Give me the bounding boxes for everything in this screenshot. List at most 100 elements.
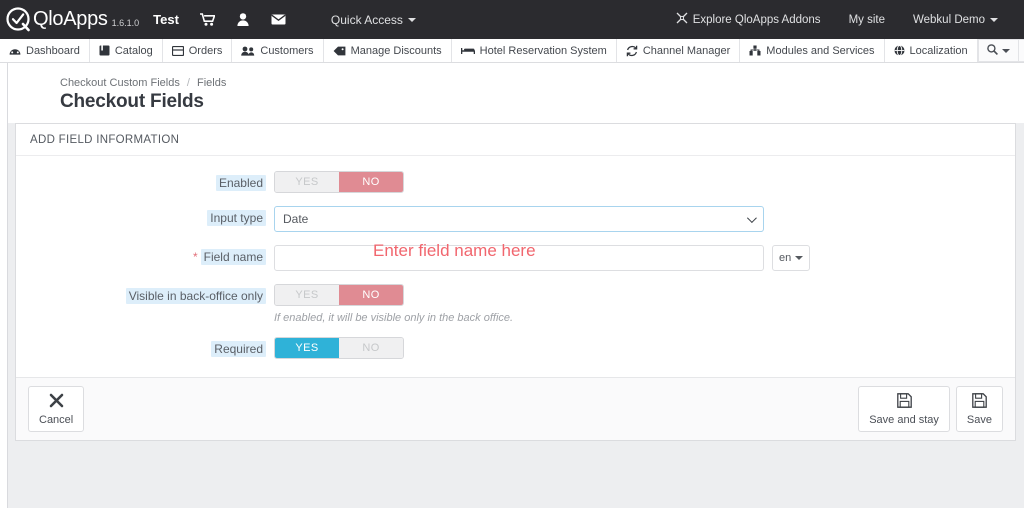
menu-item-channel-manager[interactable]: Channel Manager <box>617 39 741 62</box>
cancel-label: Cancel <box>39 414 74 426</box>
required-toggle[interactable]: YES NO <box>274 337 404 359</box>
menu-item-manage-discounts[interactable]: Manage Discounts <box>324 39 452 62</box>
menu-label: Modules and Services <box>766 44 875 57</box>
form-row-required: Required YES NO <box>16 336 1015 359</box>
visible-back-office-toggle[interactable]: YES NO <box>274 284 404 306</box>
discounts-icon <box>333 46 346 56</box>
account-menu[interactable]: Webkul Demo <box>899 14 1012 26</box>
brand-name: QloApps <box>33 8 108 30</box>
qloapps-logo-icon <box>6 6 32 33</box>
field-visible-back-office: YES NO If enabled, it will be visible on… <box>274 283 1015 324</box>
dashboard-icon <box>9 46 21 56</box>
language-selector[interactable]: en <box>772 245 811 271</box>
explore-addons-label: Explore QloApps Addons <box>692 13 821 26</box>
quick-access-menu[interactable]: Quick Access <box>331 13 416 27</box>
main-menu-bar: Dashboard Catalog Orders Customers Manag… <box>0 39 1024 63</box>
language-code: en <box>779 252 792 264</box>
menu-label: Localization <box>909 44 968 57</box>
chevron-down-icon <box>795 256 804 260</box>
save-icon <box>896 393 912 411</box>
save-icon <box>972 393 987 411</box>
input-type-selected-value: Date <box>283 212 309 226</box>
menu-item-catalog[interactable]: Catalog <box>90 39 163 62</box>
label-text: Enabled <box>215 175 266 191</box>
menu-label: Orders <box>188 44 223 57</box>
visible-back-office-help: If enabled, it will be visible only in t… <box>274 312 514 324</box>
chevron-down-icon <box>746 212 757 223</box>
enabled-toggle-yes[interactable]: YES <box>275 172 339 192</box>
save-label: Save <box>966 414 992 426</box>
top-bar: QloApps 1.6.1.0 Test Quick Access Explor… <box>0 0 1024 39</box>
topbar-icon-group <box>189 13 297 26</box>
menu-label: Manage Discounts <box>350 44 442 57</box>
form-row-field-name: * Field name Enter field name here en <box>16 241 1015 271</box>
chevron-down-icon <box>1001 48 1010 53</box>
form-row-enabled: Enabled YES NO <box>16 170 1015 193</box>
menu-item-hotel-reservation-system[interactable]: Hotel Reservation System <box>452 39 617 62</box>
visible-back-office-toggle-no[interactable]: NO <box>339 285 403 305</box>
global-search <box>977 39 1024 62</box>
menu-item-orders[interactable]: Orders <box>163 39 233 62</box>
save-and-stay-button[interactable]: Save and stay <box>858 386 950 432</box>
required-marker: * <box>192 250 198 264</box>
user-icon[interactable] <box>226 13 260 26</box>
panel-wrapper: ADD FIELD INFORMATION Enabled YES NO Inp… <box>8 123 1024 508</box>
required-toggle-no[interactable]: NO <box>339 338 403 358</box>
header-area: Checkout Custom Fields / Fields Checkout… <box>8 63 1024 123</box>
field-required: YES NO <box>274 336 1015 359</box>
save-and-stay-label: Save and stay <box>869 414 939 426</box>
menu-item-modules-and-services[interactable]: Modules and Services <box>740 39 885 62</box>
search-scope-button[interactable] <box>977 39 1018 62</box>
cart-icon[interactable] <box>189 13 226 26</box>
cancel-button[interactable]: Cancel <box>28 386 85 432</box>
label-visible-back-office: Visible in back-office only <box>16 283 274 304</box>
search-icon <box>986 43 998 58</box>
chevron-down-icon <box>407 17 416 22</box>
form-row-visible-back-office: Visible in back-office only YES NO If en… <box>16 283 1015 324</box>
save-button[interactable]: Save <box>955 386 1003 432</box>
addons-icon <box>676 12 688 27</box>
field-enabled: YES NO <box>274 170 1015 193</box>
chevron-down-icon <box>990 17 998 22</box>
collapsed-sidebar[interactable] <box>0 63 8 508</box>
enabled-toggle[interactable]: YES NO <box>274 171 404 193</box>
orders-icon <box>171 45 184 56</box>
visible-back-office-toggle-yes[interactable]: YES <box>275 285 339 305</box>
page-background-area <box>8 441 1024 508</box>
channel-manager-icon <box>626 45 638 57</box>
menu-item-customers[interactable]: Customers <box>232 39 324 62</box>
field-input-type: Date <box>274 205 1015 232</box>
breadcrumb-parent[interactable]: Checkout Custom Fields <box>60 77 180 89</box>
quick-access-label: Quick Access <box>330 12 403 27</box>
field-field-name: Enter field name here en <box>274 241 1015 271</box>
required-toggle-yes[interactable]: YES <box>275 338 339 358</box>
breadcrumb-separator: / <box>186 77 190 89</box>
customers-icon <box>241 46 255 56</box>
page-container: Checkout Custom Fields / Fields Checkout… <box>0 63 1024 508</box>
brand-logo-group[interactable]: QloApps 1.6.1.0 <box>6 6 139 33</box>
catalog-icon <box>99 45 110 56</box>
my-site-label: My site <box>848 13 885 26</box>
menu-item-dashboard[interactable]: Dashboard <box>0 39 90 62</box>
breadcrumb-current: Fields <box>197 77 227 89</box>
explore-addons-link[interactable]: Explore QloApps Addons <box>662 12 835 27</box>
breadcrumb: Checkout Custom Fields / Fields <box>60 77 1024 89</box>
label-field-name: * Field name <box>16 244 274 265</box>
footer-right-group: Save and stay Save <box>858 386 1003 432</box>
label-enabled: Enabled <box>16 170 274 191</box>
search-input[interactable] <box>1017 39 1024 62</box>
field-name-input[interactable] <box>274 245 764 271</box>
enabled-toggle-no[interactable]: NO <box>339 172 403 192</box>
menu-label: Dashboard <box>26 44 80 57</box>
page-title: Checkout Fields <box>60 91 204 112</box>
panel-footer: Cancel Save and stay Save <box>16 377 1015 440</box>
menu-item-localization[interactable]: Localization <box>885 39 978 62</box>
my-site-link[interactable]: My site <box>835 14 899 26</box>
mail-icon[interactable] <box>260 14 297 25</box>
shop-name[interactable]: Test <box>153 12 179 27</box>
form-row-input-type: Input type Date <box>16 205 1015 232</box>
input-type-select[interactable]: Date <box>274 206 764 232</box>
menu-label: Hotel Reservation System <box>479 44 607 57</box>
localization-icon <box>894 45 905 56</box>
menu-label: Catalog <box>114 44 153 57</box>
